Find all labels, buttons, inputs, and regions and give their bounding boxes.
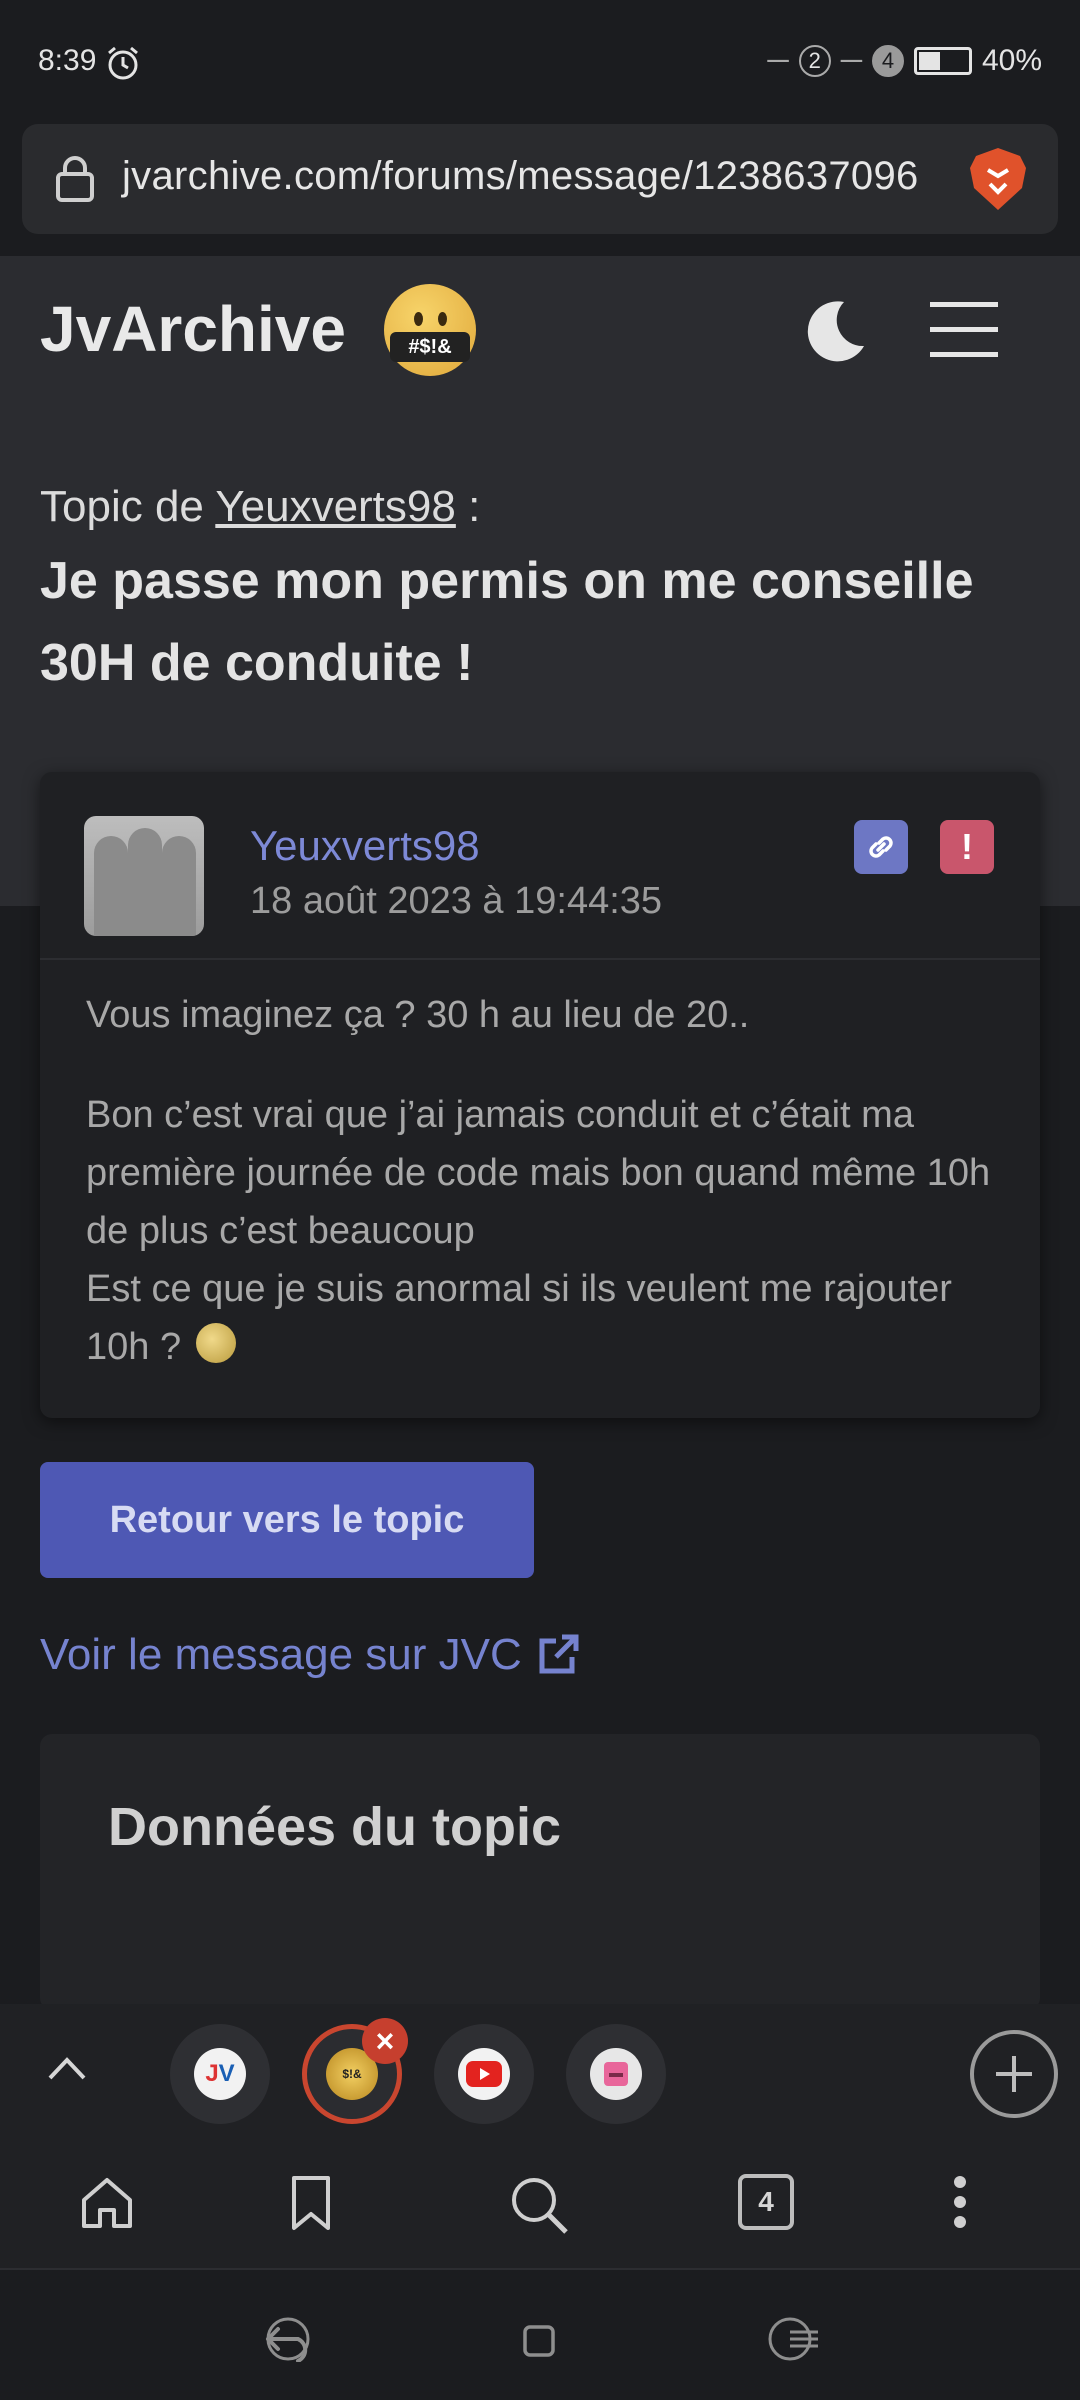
dark-mode-toggle-icon[interactable]	[800, 296, 870, 371]
tab-other[interactable]	[566, 2024, 666, 2124]
home-icon[interactable]	[78, 2174, 136, 2237]
more-options-icon[interactable]	[952, 2174, 968, 2235]
system-nav-bar	[0, 2272, 1080, 2400]
plus-icon	[996, 2056, 1032, 2092]
view-on-jvc-link[interactable]: Voir le message sur JVC	[40, 1630, 582, 1680]
link-icon	[869, 836, 893, 858]
recents-nav-icon[interactable]	[766, 2316, 822, 2367]
sweat-smiley-icon	[195, 1323, 236, 1363]
card-divider	[40, 958, 1040, 960]
status-right: ─ 2 ─ 4 40%	[767, 44, 1042, 78]
jvc-link-label: Voir le message sur JVC	[40, 1630, 522, 1679]
back-nav-icon[interactable]	[258, 2316, 312, 2367]
back-to-topic-button[interactable]: Retour vers le topic	[40, 1462, 534, 1578]
browser-toolbar: 4	[0, 2144, 1080, 2270]
search-icon[interactable]	[508, 2174, 570, 2241]
tab-youtube[interactable]	[434, 2024, 534, 2124]
avatar[interactable]	[84, 816, 204, 936]
emoji-symbols: #$!&	[390, 332, 470, 362]
new-tab-button[interactable]	[970, 2030, 1058, 2118]
battery-icon	[913, 47, 972, 75]
sim1-badge: 2	[798, 45, 831, 77]
sim2-badge: 4	[871, 45, 904, 77]
alarm-icon	[104, 44, 142, 87]
topic-byline: Topic de Yeuxverts98 :	[40, 482, 480, 532]
status-bar: 8:39 ─ 2 ─ 4 40%	[0, 0, 1080, 124]
site-logo[interactable]: JvArchive	[40, 292, 346, 366]
signal-line-icon: ─	[840, 44, 862, 77]
signal-line-icon: ─	[767, 44, 789, 77]
home-nav-icon[interactable]	[522, 2324, 556, 2363]
cursing-emoji-icon: #$!&	[384, 284, 476, 376]
topic-author-link[interactable]: Yeuxverts98	[215, 482, 456, 531]
hamburger-menu-icon[interactable]	[928, 300, 1000, 363]
message-date: 18 août 2023 à 19:44:35	[250, 880, 663, 922]
external-link-icon	[539, 1634, 579, 1674]
jvc-favicon-icon: JV	[194, 2048, 246, 2100]
message-line: Bon c’est vrai que j’ai jamais conduit e…	[86, 1094, 991, 1252]
report-button[interactable]: !	[940, 820, 994, 874]
close-tab-icon[interactable]: ×	[362, 2018, 408, 2064]
tab-count-button[interactable]: 4	[738, 2174, 794, 2230]
tab-strip: JV $!& ×	[0, 2004, 1080, 2144]
message-body: Vous imaginez ça ? 30 h au lieu de 20.. …	[86, 986, 1006, 1376]
brave-shield-icon[interactable]	[968, 146, 1028, 217]
message-author-link[interactable]: Yeuxverts98	[250, 822, 480, 870]
youtube-icon	[458, 2048, 510, 2100]
lock-icon[interactable]	[54, 156, 96, 207]
tab-jvc[interactable]: JV	[170, 2024, 270, 2124]
site-favicon-icon	[590, 2048, 642, 2100]
url-text[interactable]: jvarchive.com/forums/message/1238637096	[122, 154, 919, 199]
topic-data-card: Données du topic	[40, 1734, 1040, 2010]
chevron-up-icon[interactable]	[46, 2052, 88, 2087]
permalink-button[interactable]	[854, 820, 908, 874]
topic-title: Je passe mon permis on me conseille 30H …	[40, 552, 974, 692]
message-paragraph-1: Vous imaginez ça ? 30 h au lieu de 20..	[86, 994, 750, 1036]
address-bar[interactable]: jvarchive.com/forums/message/1238637096	[22, 124, 1058, 234]
topic-suffix: :	[455, 482, 481, 531]
message-card: Yeuxverts98 18 août 2023 à 19:44:35 ! Vo…	[40, 772, 1040, 1418]
topic-data-title: Données du topic	[108, 1797, 562, 1857]
topic-prefix: Topic de	[40, 482, 216, 531]
status-time: 8:39	[38, 44, 97, 77]
bookmark-icon[interactable]	[288, 2174, 334, 2237]
exclamation-icon: !	[961, 826, 973, 867]
battery-level: 40%	[981, 44, 1042, 77]
message-paragraph-2: Bon c’est vrai que j’ai jamais conduit e…	[86, 1086, 1006, 1376]
